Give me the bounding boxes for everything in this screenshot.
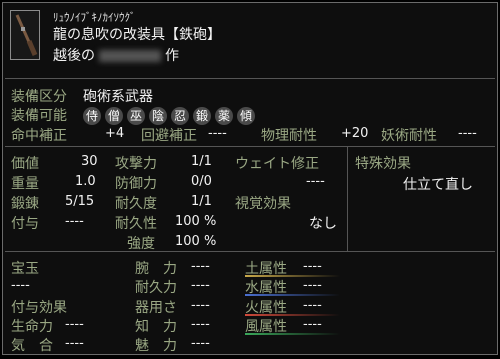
special-value: 仕立て直し	[403, 177, 473, 193]
hit-label: 命中補正	[11, 128, 67, 144]
cha-label: 魅 力	[135, 338, 177, 354]
job-badge-samurai: 侍	[83, 106, 101, 125]
str-label: 強度	[127, 236, 155, 252]
grant-value: ----	[65, 214, 84, 229]
divider-corrections	[5, 146, 495, 147]
wind-underline	[245, 333, 340, 335]
wmod-value: ----	[306, 174, 325, 189]
atk-label: 攻撃力	[115, 156, 157, 172]
def-value: 0/0	[191, 174, 212, 189]
item-name: 龍の息吹の改装具【鉄砲】	[53, 27, 221, 43]
water-value: ----	[303, 278, 322, 293]
end-label: 耐久力	[135, 280, 177, 296]
earth-value: ----	[303, 259, 322, 274]
job-badge-pharmacist: 薬	[215, 106, 233, 125]
job-badge-kabuki: 傾	[237, 106, 255, 125]
wind-value: ----	[303, 317, 322, 332]
weight-value: 1.0	[75, 174, 96, 189]
durres-label: 耐久性	[115, 216, 157, 232]
str-value: 100 %	[175, 234, 217, 249]
visual-label: 視覚効果	[235, 196, 291, 212]
evade-value: ----	[208, 126, 227, 141]
dur-label: 耐久度	[115, 196, 157, 212]
maker-suffix: 作	[165, 48, 179, 64]
forge-value: 5/15	[65, 194, 95, 209]
job-badge-ninja: 忍	[171, 106, 189, 125]
job-badge-onmyoji: 陰	[149, 106, 167, 125]
durres-value: 100 %	[175, 214, 217, 229]
atk-value: 1/1	[191, 154, 212, 169]
evade-label: 回避補正	[141, 128, 197, 144]
divider-special	[347, 146, 348, 251]
job-badge-monk: 僧	[105, 106, 123, 125]
end-value: ----	[191, 278, 210, 293]
item-info-window: ﾘｭｳﾉｲﾌﾞｷﾉｶｲｿｳｸﾞ 龍の息吹の改装具【鉄砲】 越後の 作 装備区分 砲…	[2, 2, 498, 355]
forge-label: 鍛錬	[11, 196, 39, 212]
grant-label: 付与	[11, 216, 39, 232]
def-label: 防御力	[115, 176, 157, 192]
arm-label: 腕 力	[135, 261, 177, 277]
dex-label: 器用さ	[135, 300, 177, 316]
cha-value: ----	[191, 336, 210, 351]
maker-name-blurred	[99, 50, 161, 62]
class-label: 装備区分	[11, 89, 67, 105]
int-label: 知 力	[135, 319, 177, 335]
class-value: 砲術系武器	[83, 89, 153, 105]
special-label: 特殊効果	[355, 156, 411, 172]
dex-value: ----	[191, 298, 210, 313]
effect-label: 付与効果	[11, 300, 67, 316]
visual-value: なし	[309, 216, 337, 232]
job-badge-miko: 巫	[127, 106, 145, 125]
item-icon-frame	[10, 10, 40, 60]
dur-value: 1/1	[191, 194, 212, 209]
ki-label: 気 合	[11, 338, 53, 354]
phys-label: 物理耐性	[261, 128, 317, 144]
magic-label: 妖術耐性	[381, 128, 437, 144]
fire-value: ----	[303, 298, 322, 313]
hp-label: 生命力	[11, 319, 53, 335]
gem-value: ----	[11, 278, 30, 293]
hit-value: +4	[105, 126, 125, 141]
equip-label: 装備可能	[11, 108, 67, 124]
phys-value: +20	[341, 126, 369, 141]
arm-value: ----	[191, 259, 210, 274]
magic-value: ----	[458, 126, 477, 141]
hp-value: ----	[65, 317, 84, 332]
divider-stats	[5, 251, 495, 252]
int-value: ----	[191, 317, 210, 332]
job-badge-smith: 鍛	[193, 106, 211, 125]
rifle-icon	[15, 14, 38, 56]
weight-label: 重量	[11, 176, 39, 192]
price-label: 価値	[11, 156, 39, 172]
ki-value: ----	[65, 336, 84, 351]
item-reading: ﾘｭｳﾉｲﾌﾞｷﾉｶｲｿｳｸﾞ	[53, 11, 136, 24]
divider-header	[5, 78, 495, 79]
gem-label: 宝玉	[11, 261, 39, 277]
wmod-label: ウェイト修正	[235, 156, 319, 172]
water-underline	[245, 294, 340, 296]
price-value: 30	[81, 154, 98, 169]
item-maker: 越後の 作	[53, 45, 179, 65]
maker-prefix: 越後の	[53, 48, 95, 64]
equip-jobs: 侍僧巫陰忍鍛薬傾	[83, 105, 259, 125]
